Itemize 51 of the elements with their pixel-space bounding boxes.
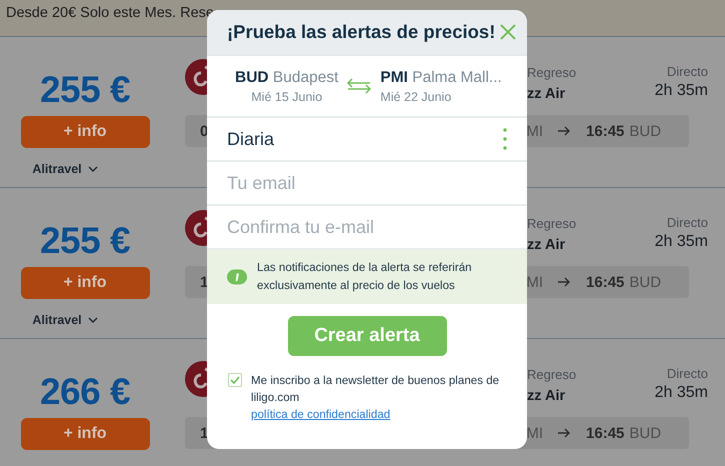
newsletter-checkbox[interactable] [228,373,242,387]
arrow-right-icon [557,126,572,136]
origin-airport: BUD Budapest [235,68,338,86]
privacy-policy-link[interactable]: política de confidencialidad [251,406,513,423]
stops-label: Directo [666,215,708,230]
destination-code: BUD [629,274,662,290]
stops-label: Directo [666,64,708,79]
duration: 2h 35m [654,384,708,402]
destination-code: BUD [629,122,662,140]
airline-name: zz Air [527,388,566,404]
info-button[interactable]: + info [20,418,150,450]
close-icon[interactable] [500,24,516,40]
arrow-right-icon [557,277,572,287]
more-options-icon [503,128,507,150]
return-label: Regreso [527,216,576,231]
price: 255 € [40,220,130,262]
arrow-right-icon [557,428,572,438]
duration: 2h 35m [654,233,708,251]
airline-logo-icon [185,59,207,95]
provider-dropdown[interactable]: Alitravel [32,313,98,327]
round-trip-arrows-icon [346,78,372,94]
provider-dropdown[interactable]: Alitravel [32,162,98,176]
destination-airport: PMI Palma Mall... [380,68,502,86]
duration: 2h 35m [654,82,708,100]
return-label: Regreso [527,65,576,80]
newsletter-label: Me inscribo a la newsletter de buenos planes de liligo.com [251,373,500,406]
chevron-down-icon [88,317,98,323]
origin-code: MI [526,122,544,140]
price: 266 € [40,371,130,413]
info-button[interactable]: + info [20,267,150,299]
create-alert-button[interactable]: Crear alerta [288,316,446,356]
stops-label: Directo [666,366,708,381]
airline-logo-icon [185,361,207,397]
arrival-time: 16:45 [586,424,624,442]
chevron-down-icon [88,166,98,172]
airline-name: zz Air [527,86,566,102]
departure-time: 1 [200,274,208,290]
destination-code: BUD [629,424,662,442]
return-label: Regreso [527,367,576,382]
arrival-time: 16:45 [586,122,624,140]
info-button[interactable]: + info [20,116,150,148]
arrival-time: 16:45 [586,274,624,290]
price: 255 € [40,69,130,111]
airline-name: zz Air [527,237,566,253]
origin-code: MI [526,274,544,290]
airline-logo-icon [185,210,207,246]
return-date: Mié 22 Junio [380,90,452,104]
notice-text: Las notificaciones de la alerta se referirán exclusivamente al precio de los vuelos [257,260,473,294]
dialog-title: ¡Prueba las alertas de precios! [227,21,496,43]
departure-date: Mié 15 Junio [251,90,322,104]
origin-code: MI [526,424,544,442]
